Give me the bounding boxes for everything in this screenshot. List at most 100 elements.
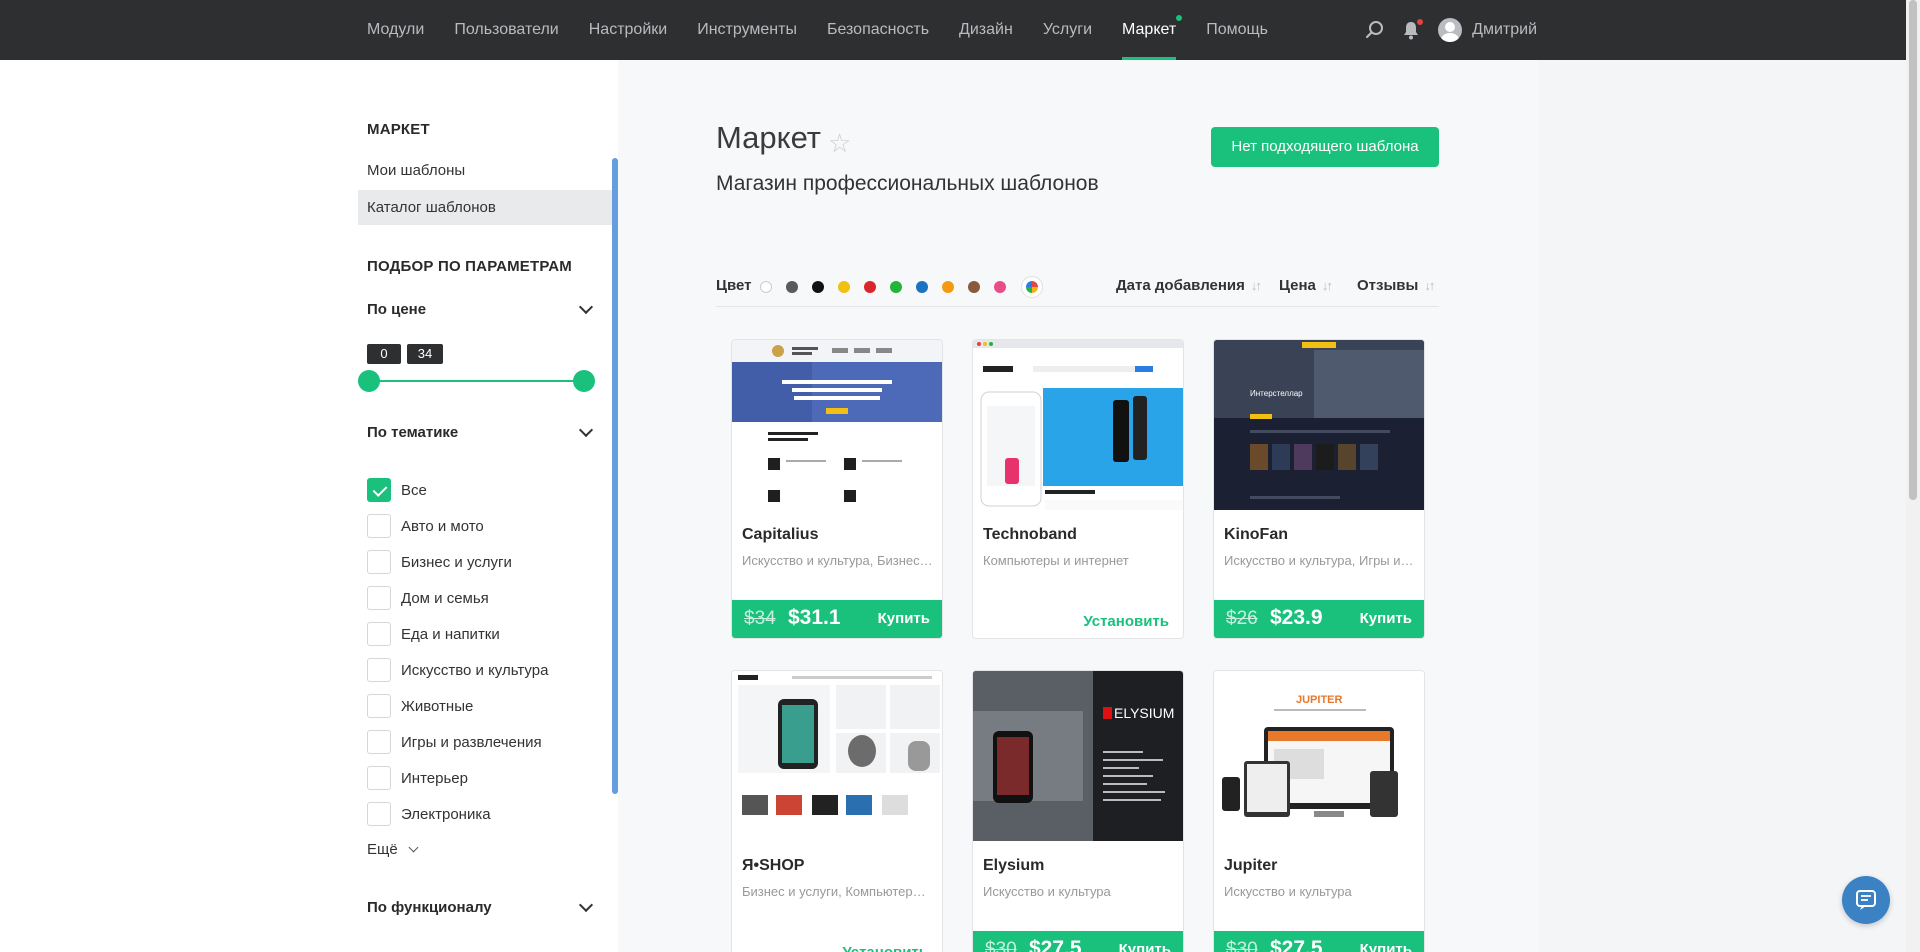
username[interactable]: Дмитрий bbox=[1472, 21, 1537, 39]
color-swatch-all[interactable] bbox=[1021, 276, 1043, 298]
chevron-down-icon bbox=[408, 842, 419, 853]
current-price: $23.9 bbox=[1270, 606, 1323, 629]
color-filter-label: Цвет bbox=[716, 277, 752, 294]
price-filter-toggle[interactable]: По цене bbox=[367, 299, 594, 318]
color-swatch[interactable] bbox=[864, 281, 876, 293]
buy-button[interactable]: Купить bbox=[1360, 610, 1412, 627]
install-button[interactable]: Установить bbox=[1083, 613, 1169, 630]
price-slider-min-handle[interactable] bbox=[358, 370, 380, 392]
topic-checkbox[interactable] bbox=[367, 658, 391, 682]
topic-option[interactable]: Авто и мото bbox=[367, 514, 484, 538]
topic-option[interactable]: Интерьер bbox=[367, 766, 468, 790]
color-swatch[interactable] bbox=[786, 281, 798, 293]
topic-option[interactable]: Еда и напитки bbox=[367, 622, 500, 646]
template-card-yashop[interactable]: Я•SHOP Бизнес и услуги, Компьютеры и инт… bbox=[731, 670, 943, 952]
color-swatch[interactable] bbox=[994, 281, 1006, 293]
elysium-logo-text: ELYSIUM bbox=[1114, 705, 1174, 721]
color-swatch[interactable] bbox=[916, 281, 928, 293]
color-swatch[interactable] bbox=[760, 281, 772, 293]
page-scrollbar-thumb[interactable] bbox=[1909, 0, 1917, 500]
kinofan-heading-text: Интерстеллар bbox=[1250, 389, 1303, 398]
nav-item-users[interactable]: Пользователи bbox=[454, 0, 558, 60]
buy-button[interactable]: Купить bbox=[1360, 941, 1412, 952]
nav-item-security[interactable]: Безопасность bbox=[827, 0, 929, 60]
more-topics-toggle[interactable]: Ещё bbox=[367, 841, 419, 858]
template-card-jupiter[interactable]: JUPITER Jupiter Искусство и культура $30… bbox=[1213, 670, 1425, 952]
template-title[interactable]: Elysium bbox=[983, 857, 1044, 875]
search-icon[interactable] bbox=[1364, 19, 1386, 41]
sort-by-reviews[interactable]: Отзывы ↓↑ bbox=[1357, 277, 1435, 294]
template-title[interactable]: Technoband bbox=[983, 526, 1077, 544]
topic-option[interactable]: Игры и развлечения bbox=[367, 730, 542, 754]
topic-option[interactable]: Электроника bbox=[367, 802, 491, 826]
star-icon[interactable]: ☆ bbox=[828, 128, 851, 159]
nav-item-tools[interactable]: Инструменты bbox=[697, 0, 797, 60]
current-price: $31.1 bbox=[788, 606, 841, 629]
topic-option[interactable]: Бизнес и услуги bbox=[367, 550, 512, 574]
bell-icon[interactable] bbox=[1400, 19, 1424, 41]
color-swatch[interactable] bbox=[838, 281, 850, 293]
install-button[interactable]: Установить bbox=[842, 944, 928, 952]
nav-item-settings[interactable]: Настройки bbox=[589, 0, 667, 60]
color-swatch[interactable] bbox=[812, 281, 824, 293]
template-preview-image bbox=[732, 340, 942, 510]
function-filter-toggle[interactable]: По функционалу bbox=[367, 897, 594, 916]
topic-option[interactable]: Все bbox=[367, 478, 427, 502]
multicolor-icon bbox=[1026, 281, 1038, 293]
topic-checkbox[interactable] bbox=[367, 622, 391, 646]
topic-checkbox[interactable] bbox=[367, 694, 391, 718]
buy-button[interactable]: Купить bbox=[1119, 941, 1171, 952]
topic-checkbox[interactable] bbox=[367, 586, 391, 610]
color-swatch[interactable] bbox=[890, 281, 902, 293]
price-slider-track[interactable] bbox=[367, 380, 585, 382]
old-price: $26 bbox=[1226, 608, 1258, 629]
template-category: Искусство и культура bbox=[983, 884, 1111, 899]
filter-bar: Цвет Дата добавления ↓↑ Цена ↓↑ Отзывы ↓… bbox=[716, 273, 1439, 307]
topic-checkbox[interactable] bbox=[367, 514, 391, 538]
chat-button[interactable] bbox=[1842, 876, 1890, 924]
sidebar-link-catalog[interactable]: Каталог шаблонов bbox=[358, 190, 612, 225]
color-swatch[interactable] bbox=[968, 281, 980, 293]
topic-option[interactable]: Искусство и культура bbox=[367, 658, 548, 682]
topic-checkbox[interactable] bbox=[367, 802, 391, 826]
buy-button[interactable]: Купить bbox=[878, 610, 930, 627]
template-card-kinofan[interactable]: Интерстеллар KinoFan Искусство и культур… bbox=[1213, 339, 1425, 639]
color-swatch[interactable] bbox=[942, 281, 954, 293]
sidebar-link-my-templates[interactable]: Мои шаблоны bbox=[367, 162, 465, 179]
template-card-elysium[interactable]: ELYSIUM Elysium Искусство и культура $30… bbox=[972, 670, 1184, 952]
topic-checkbox[interactable] bbox=[367, 766, 391, 790]
no-suitable-template-button[interactable]: Нет подходящего шаблона bbox=[1211, 127, 1439, 167]
topic-option-label: Авто и мото bbox=[401, 517, 484, 535]
template-title[interactable]: Capitalius bbox=[742, 526, 818, 544]
nav-item-services[interactable]: Услуги bbox=[1043, 0, 1092, 60]
topic-option-label: Еда и напитки bbox=[401, 625, 500, 643]
price-slider-max-handle[interactable] bbox=[573, 370, 595, 392]
nav-item-help[interactable]: Помощь bbox=[1206, 0, 1268, 60]
template-card-technoband[interactable]: Technoband Компьютеры и интернет Установ… bbox=[972, 339, 1184, 639]
page-scrollbar[interactable] bbox=[1906, 0, 1920, 952]
sort-by-price[interactable]: Цена ↓↑ bbox=[1279, 277, 1333, 294]
topic-checkbox[interactable] bbox=[367, 730, 391, 754]
nav-item-modules[interactable]: Модули bbox=[367, 0, 424, 60]
topic-filter-toggle[interactable]: По тематике bbox=[367, 422, 594, 441]
topic-option[interactable]: Дом и семья bbox=[367, 586, 489, 610]
chat-icon bbox=[1856, 890, 1876, 910]
sort-arrows-icon: ↓↑ bbox=[1424, 278, 1435, 293]
topic-option-label: Животные bbox=[401, 697, 474, 715]
template-category: Компьютеры и интернет bbox=[983, 553, 1129, 568]
avatar[interactable] bbox=[1438, 18, 1463, 42]
current-price: $27.5 bbox=[1029, 937, 1082, 952]
nav-item-market[interactable]: Маркет bbox=[1122, 0, 1183, 60]
sort-by-date[interactable]: Дата добавления ↓↑ bbox=[1116, 277, 1262, 294]
topic-checkbox[interactable] bbox=[367, 550, 391, 574]
page-title: Маркет bbox=[716, 120, 821, 155]
template-title[interactable]: Я•SHOP bbox=[742, 857, 804, 875]
template-title[interactable]: Jupiter bbox=[1224, 857, 1277, 875]
template-preview-image bbox=[973, 340, 1183, 510]
nav-item-design[interactable]: Дизайн bbox=[959, 0, 1013, 60]
template-card-capitalius[interactable]: Capitalius Искусство и культура, Бизнес … bbox=[731, 339, 943, 639]
topic-option[interactable]: Животные bbox=[367, 694, 473, 718]
topic-checkbox[interactable] bbox=[367, 478, 391, 502]
template-title[interactable]: KinoFan bbox=[1224, 526, 1288, 544]
sort-arrows-icon: ↓↑ bbox=[1250, 278, 1262, 293]
